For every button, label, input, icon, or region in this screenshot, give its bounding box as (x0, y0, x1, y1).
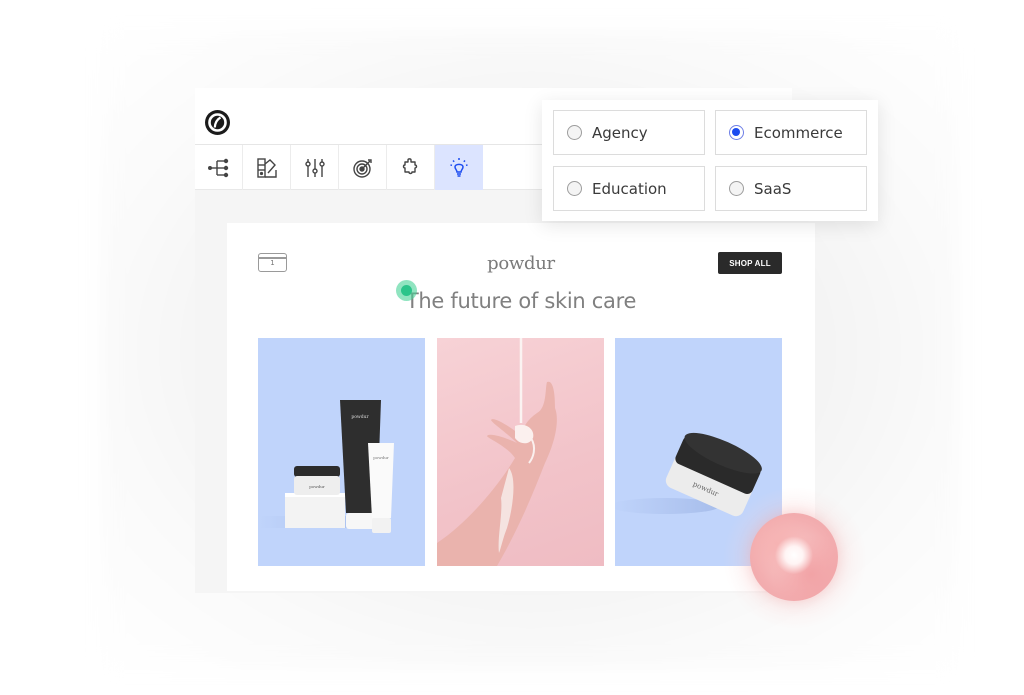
unbounce-logo-icon[interactable] (205, 110, 230, 135)
option-label: SaaS (754, 179, 792, 198)
shop-all-button[interactable]: SHOP ALL (718, 252, 782, 274)
tool-page-structure[interactable] (195, 145, 243, 190)
lightbulb-icon (450, 157, 468, 177)
tool-style-guide[interactable] (243, 145, 291, 190)
option-label: Agency (592, 123, 648, 142)
tool-settings[interactable] (291, 145, 339, 190)
tool-smart-builder[interactable] (435, 145, 483, 190)
svg-text:powdur: powdur (373, 455, 389, 460)
option-label: Education (592, 179, 667, 198)
radio-education[interactable] (567, 181, 582, 196)
option-saas[interactable]: SaaS (715, 166, 867, 211)
radio-agency[interactable] (567, 125, 582, 140)
product-image-set: powdur powdur powdur (258, 338, 425, 566)
swatch-icon (256, 157, 277, 178)
svg-text:powdur: powdur (351, 414, 369, 420)
cursor-indicator (396, 280, 417, 301)
puzzle-icon (402, 157, 417, 174)
radio-saas[interactable] (729, 181, 744, 196)
tree-icon (207, 158, 228, 177)
option-label: Ecommerce (754, 123, 843, 142)
sliders-icon (304, 158, 325, 177)
svg-text:powdur: powdur (309, 484, 325, 489)
decorative-pink-sphere (750, 513, 838, 601)
industry-picker: Agency Ecommerce Education SaaS (542, 100, 878, 221)
option-agency[interactable]: Agency (553, 110, 705, 155)
hero-headline: The future of skin care (405, 289, 637, 313)
option-education[interactable]: Education (553, 166, 705, 211)
hand-cream-image (437, 338, 604, 566)
tool-integrations[interactable] (387, 145, 435, 190)
tool-goals[interactable] (339, 145, 387, 190)
option-ecommerce[interactable]: Ecommerce (715, 110, 867, 155)
target-icon (352, 158, 372, 178)
radio-ecommerce[interactable] (729, 125, 744, 140)
